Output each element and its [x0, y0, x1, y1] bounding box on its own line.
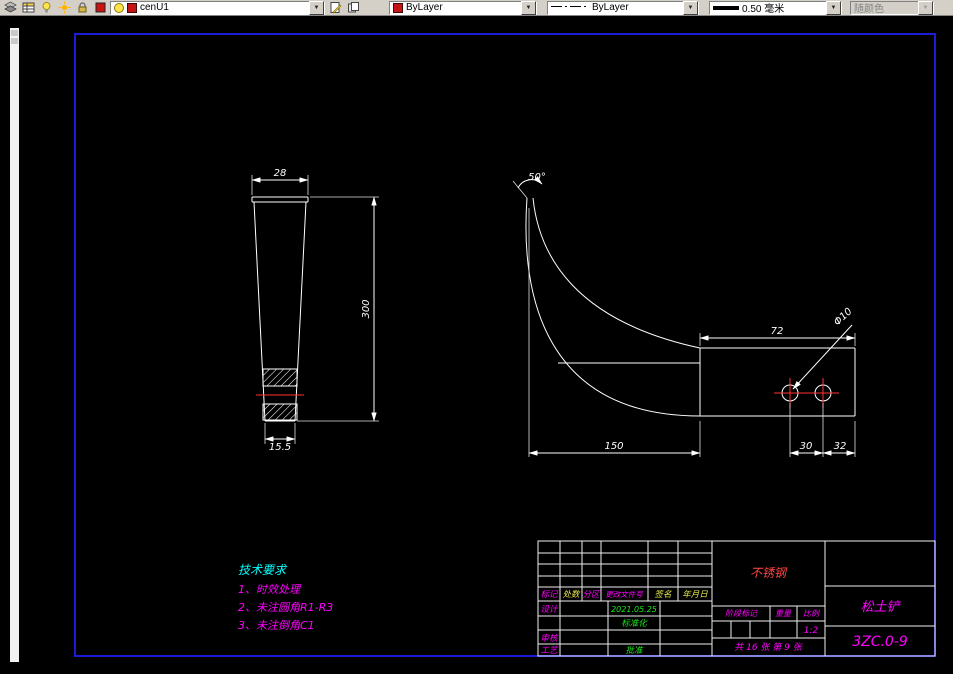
- current-layer-name: cenU1: [140, 2, 169, 13]
- dim-hole-spacing-text: 30: [800, 441, 813, 452]
- row-design: 设计: [540, 604, 559, 615]
- object-properties-toolbar: cenU1 ▼ ByLayer ▼ ByLayer ▼ 0.50 毫米 ▼ 随颜…: [0, 0, 953, 16]
- current-color-name: ByLayer: [406, 2, 443, 13]
- col-date: 年月日: [682, 589, 708, 600]
- material-text: 不锈钢: [750, 566, 788, 580]
- plot-style-combo: 随颜色 ▼: [850, 0, 934, 15]
- side-view[interactable]: 50° Φ10 72 150 30 32: [512, 172, 856, 457]
- linetype-combo[interactable]: ByLayer ▼: [547, 0, 699, 15]
- lightbulb-icon[interactable]: [38, 0, 54, 15]
- color-combo-arrow-icon[interactable]: ▼: [521, 0, 536, 15]
- scale-label: 比例: [803, 609, 821, 618]
- part-name: 松土铲: [860, 600, 901, 615]
- sheet-info: 共 16 张 第 9 张: [734, 642, 803, 653]
- layer-combo-arrow-icon[interactable]: ▼: [309, 0, 324, 15]
- app-window: { "colors": { "magenta": "#ff00ff", "gre…: [0, 0, 953, 674]
- dimension-hole-spacing: 30 32: [789, 403, 856, 457]
- plot-style-arrow-icon: ▼: [918, 0, 933, 15]
- lineweight-combo[interactable]: 0.50 毫米 ▼: [709, 0, 842, 15]
- linetype-sample-icon: [551, 2, 589, 13]
- dim-top-width-text: 28: [274, 168, 287, 179]
- dim-height-text: 300: [361, 299, 372, 318]
- model-space-canvas[interactable]: 28 300 15.5 50° Φ10 72 150 30 32 技术要求 1、…: [0, 16, 953, 674]
- layer-color-swatch: [127, 2, 137, 13]
- tech-req-item-3: 3、未注倒角C1: [238, 619, 315, 632]
- dim-angle-text: 50°: [528, 172, 546, 183]
- color-combo[interactable]: ByLayer ▼: [389, 0, 537, 15]
- col-zone: 分区: [582, 590, 601, 600]
- linetype-combo-arrow-icon[interactable]: ▼: [683, 0, 698, 15]
- tech-req-item-2: 2、未注圆角R1-R3: [238, 601, 333, 614]
- col-mark: 标记: [540, 589, 559, 600]
- row-process: 工艺: [540, 645, 559, 656]
- scale-value: 1:2: [804, 626, 819, 636]
- dimension-top-width: 28: [251, 168, 309, 195]
- layer-on-icon: [114, 2, 124, 13]
- dim-bottom-width-text: 15.5: [269, 442, 291, 453]
- section-hatch-upper: [262, 368, 298, 387]
- col-file-no: 更改文件号: [605, 590, 643, 599]
- design-date: 2021.05.25: [611, 605, 657, 614]
- drawing-number: 3ZC.0-9: [852, 634, 908, 650]
- tech-req-item-1: 1、时效处理: [238, 583, 302, 596]
- layer-properties-manager-icon[interactable]: [20, 0, 36, 15]
- section-hatch-lower: [262, 403, 298, 421]
- dim-overall-length-text: 150: [604, 441, 623, 452]
- sun-icon[interactable]: [56, 0, 72, 15]
- col-signature: 签名: [654, 589, 672, 600]
- front-view[interactable]: 28 300 15.5: [251, 168, 379, 453]
- dimension-bottom-width: 15.5: [264, 423, 296, 453]
- row-check: 审核: [540, 633, 559, 644]
- dim-plate-length-text: 72: [771, 326, 784, 337]
- hole-callout-text: Φ10: [832, 306, 855, 328]
- dimension-tip-angle: 50°: [512, 172, 546, 199]
- lock-icon[interactable]: [74, 0, 90, 15]
- weight-label: 重量: [775, 609, 792, 618]
- plot-style-value: 随颜色: [854, 4, 884, 15]
- row-standardization: 标准化: [621, 618, 648, 629]
- current-color-swatch: [393, 2, 403, 13]
- dimension-height: 300: [297, 196, 379, 422]
- dimension-plate-length: 72: [699, 326, 856, 346]
- technical-requirements[interactable]: 技术要求 1、时效处理 2、未注圆角R1-R3 3、未注倒角C1: [238, 563, 333, 632]
- dim-hole-to-edge-text: 32: [834, 441, 847, 452]
- tech-req-title: 技术要求: [238, 563, 288, 577]
- make-object-layer-current-icon[interactable]: [327, 0, 343, 15]
- sheet-border-frame: [74, 33, 936, 657]
- dimension-overall-length: 150: [528, 208, 701, 457]
- layer-previous-icon[interactable]: [345, 0, 361, 15]
- lineweight-combo-arrow-icon[interactable]: ▼: [826, 0, 841, 15]
- current-lineweight: 0.50 毫米: [742, 4, 785, 15]
- layer-combo[interactable]: cenU1 ▼: [110, 0, 325, 15]
- row-approve: 批准: [625, 645, 644, 656]
- lineweight-sample-icon: [713, 5, 739, 10]
- title-block[interactable]: 不锈钢 标记 处数 分区 更改文件号 签名 年月日 设计 2021.05.25 …: [537, 540, 936, 657]
- stage-mark-label: 阶段标记: [725, 609, 758, 618]
- col-count: 处数: [562, 589, 581, 600]
- layer-color-icon[interactable]: [92, 0, 108, 15]
- current-linetype-name: ByLayer: [592, 2, 629, 13]
- layers-icon[interactable]: [2, 0, 18, 15]
